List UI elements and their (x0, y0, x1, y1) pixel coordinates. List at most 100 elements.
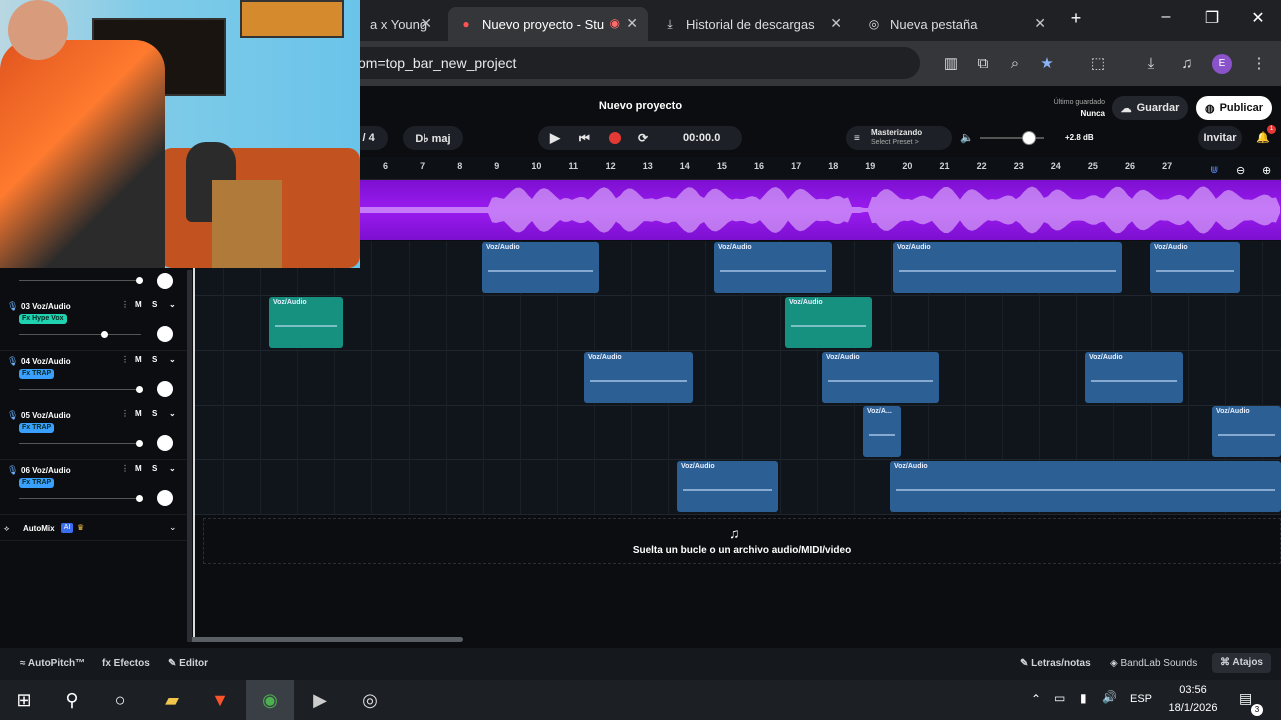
volume-handle[interactable] (136, 495, 143, 502)
extensions-icon[interactable]: ⬚ (1087, 53, 1109, 75)
audio-clip[interactable]: Voz/Audio (785, 297, 872, 348)
audio-clip[interactable]: Voz/Audio (1212, 406, 1281, 457)
mute-button[interactable]: M (135, 355, 142, 364)
save-button[interactable]: ☁ Guardar (1112, 96, 1188, 120)
chevron-down-icon[interactable]: ⌄ (169, 409, 176, 418)
audio-clip[interactable]: Voz/Audio (482, 242, 599, 293)
track-header[interactable]: 🎙 06 Voz/Audio Fx TRAP ⋮ M S ⌄ (0, 460, 187, 515)
shortcuts-button[interactable]: ⌘ Atajos (1212, 653, 1271, 673)
fx-badge[interactable]: Fx TRAP (19, 423, 55, 433)
lyrics-button[interactable]: ✎ Letras/notas (1020, 658, 1091, 669)
volume-slider[interactable] (19, 498, 141, 499)
tab-young[interactable]: a x Young ✕ (360, 7, 442, 41)
pan-knob[interactable] (157, 381, 173, 397)
close-icon[interactable]: ✕ (1034, 15, 1046, 32)
solo-button[interactable]: S (152, 355, 157, 364)
audio-clip[interactable]: Voz/Audio (714, 242, 832, 293)
media-player-icon[interactable]: ▶ (296, 680, 344, 720)
chevron-down-icon[interactable]: ⌄ (169, 300, 176, 309)
skip-back-icon[interactable]: ⏮ (579, 131, 590, 146)
autopitch-button[interactable]: ≈ AutoPitch™ (20, 658, 85, 669)
downloads-icon[interactable]: ⤓ (1140, 53, 1162, 75)
notification-center-icon[interactable]: ▤ (1239, 690, 1252, 707)
track-divider[interactable] (187, 270, 192, 642)
chevron-down-icon[interactable]: ⌄ (169, 464, 176, 473)
volume-handle[interactable] (136, 386, 143, 393)
invite-button[interactable]: Invitar (1198, 126, 1242, 150)
audio-clip[interactable]: Voz/Audio (584, 352, 693, 403)
more-icon[interactable]: ⋮ (121, 355, 129, 364)
mute-button[interactable]: M (135, 300, 142, 309)
bookmark-star-icon[interactable]: ★ (1036, 53, 1058, 75)
zoom-out-icon[interactable]: ⊖ (1236, 164, 1245, 177)
battery-icon[interactable]: ▮ (1080, 691, 1087, 705)
chevron-up-icon[interactable]: ⌃ (1031, 692, 1041, 706)
speaker-icon[interactable]: 🔊 (1102, 690, 1117, 704)
file-explorer-icon[interactable]: ▰ (148, 680, 196, 720)
search-icon[interactable]: ⚲ (48, 680, 96, 720)
solo-button[interactable]: S (152, 409, 157, 418)
loop-icon[interactable]: ⟳ (638, 131, 648, 145)
track-name[interactable]: 03 Voz/Audio (21, 302, 71, 311)
audio-clip[interactable]: Voz/Audio (890, 461, 1281, 512)
automix-row[interactable]: ⟡ AutoMix AI ♛ ⌄ (0, 518, 187, 541)
brave-icon[interactable]: ▼ (196, 680, 244, 720)
fx-badge[interactable]: Fx Hype Vox (19, 314, 67, 324)
mute-button[interactable]: M (135, 409, 142, 418)
volume-slider[interactable] (19, 280, 141, 281)
track-header[interactable]: 🎙 03 Voz/Audio Fx Hype Vox ⋮ M S ⌄ (0, 296, 187, 351)
zoom-in-icon[interactable]: ⊕ (1262, 164, 1271, 177)
obs-icon[interactable]: ◎ (346, 680, 394, 720)
pan-knob[interactable] (157, 273, 173, 289)
track-name[interactable]: 04 Voz/Audio (21, 357, 71, 366)
language-indicator[interactable]: ESP (1130, 693, 1152, 705)
audio-clip[interactable]: Voz/Audio (893, 242, 1122, 293)
tab-nueva-pestana[interactable]: ◎ Nueva pestaña ✕ (856, 7, 1056, 41)
lane-05[interactable] (193, 405, 1281, 460)
task-view-icon[interactable]: ○ (96, 680, 144, 720)
more-icon[interactable]: ⋮ (121, 464, 129, 473)
pan-knob[interactable] (157, 326, 173, 342)
network-icon[interactable]: ▭ (1054, 691, 1065, 705)
bandlab-sounds-button[interactable]: ◈ BandLab Sounds (1110, 658, 1197, 669)
more-icon[interactable]: ⋮ (121, 300, 129, 309)
magnet-icon[interactable]: ⋓ (1210, 165, 1218, 176)
volume-handle[interactable] (136, 277, 143, 284)
minimize-button[interactable]: – (1146, 8, 1186, 26)
drop-zone[interactable]: ♫ Suelta un bucle o un archivo audio/MID… (203, 518, 1281, 564)
fx-badge[interactable]: Fx TRAP (19, 478, 55, 488)
close-icon[interactable]: ✕ (626, 15, 638, 32)
reading-mode-icon[interactable]: ▥ (940, 53, 962, 75)
audio-clip[interactable]: Voz/Audio (1085, 352, 1183, 403)
close-icon[interactable]: ✕ (830, 15, 842, 32)
more-icon[interactable]: ⋮ (121, 409, 129, 418)
tab-nuevo-proyecto[interactable]: ● Nuevo proyecto - Stu ◉ ✕ (448, 7, 648, 41)
key-selector[interactable]: D♭ maj (403, 126, 463, 150)
volume-slider[interactable] (19, 389, 141, 390)
master-volume-handle[interactable] (1022, 131, 1036, 145)
volume-handle[interactable] (136, 440, 143, 447)
profile-avatar[interactable]: E (1212, 54, 1232, 74)
audio-clip[interactable]: Voz/Audio (1150, 242, 1240, 293)
editor-button[interactable]: ✎ Editor (168, 658, 208, 669)
effects-button[interactable]: fx Efectos (102, 658, 150, 669)
playhead[interactable] (193, 241, 195, 641)
media-control-icon[interactable]: ♫ (1176, 53, 1198, 75)
play-icon[interactable]: ▶ (550, 130, 560, 146)
mastering-button[interactable]: ≡ Masterizando Select Preset > (846, 126, 952, 150)
clock-date[interactable]: 18/1/2026 (1160, 702, 1226, 714)
solo-button[interactable]: S (152, 464, 157, 473)
cast-icon[interactable]: ⧉ (972, 53, 994, 75)
pan-knob[interactable] (157, 435, 173, 451)
menu-icon[interactable]: ⋮ (1248, 53, 1270, 75)
pan-knob[interactable] (157, 490, 173, 506)
track-name[interactable]: 06 Voz/Audio (21, 466, 71, 475)
volume-slider[interactable] (19, 334, 141, 335)
track-header[interactable]: 🎙 04 Voz/Audio Fx TRAP ⋮ M S ⌄ (0, 351, 187, 406)
publish-button[interactable]: ◍ Publicar (1196, 96, 1272, 120)
volume-handle[interactable] (101, 331, 108, 338)
chevron-down-icon[interactable]: ⌄ (169, 522, 177, 533)
zoom-icon[interactable]: ⌕ (1004, 53, 1026, 75)
chrome-taskbar-icon[interactable]: ◉ (246, 680, 294, 720)
audio-clip[interactable]: Voz/A... (863, 406, 901, 457)
